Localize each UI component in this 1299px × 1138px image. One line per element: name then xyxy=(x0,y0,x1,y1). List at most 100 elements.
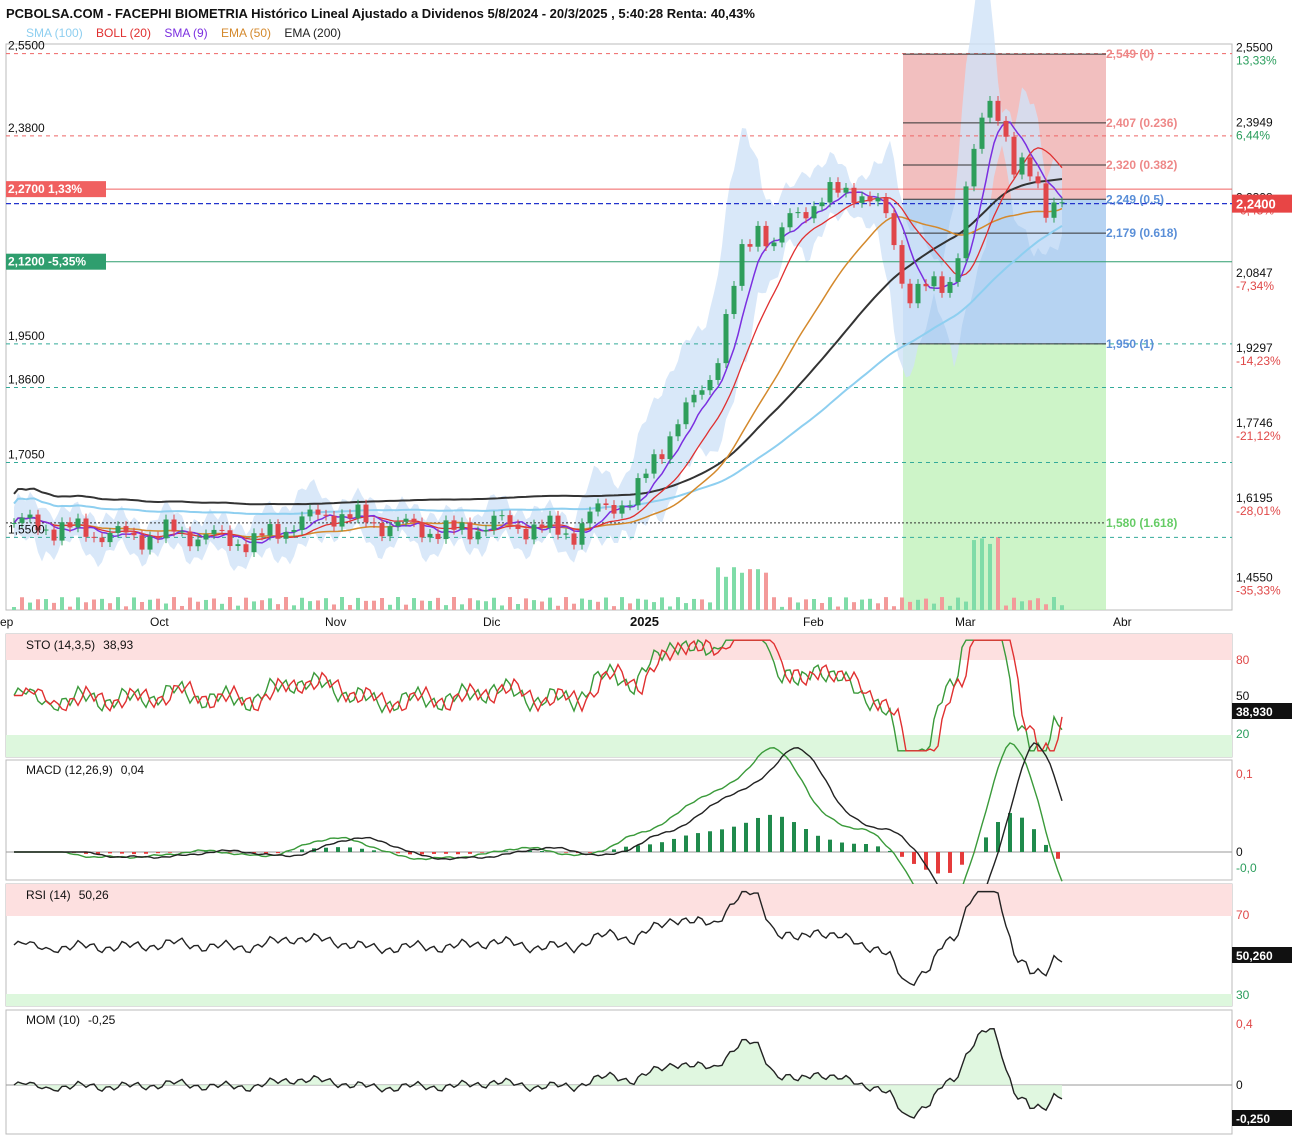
candle-body xyxy=(1051,202,1057,218)
macd-histogram-bar xyxy=(444,852,448,854)
right-tick-value: 1,6195 xyxy=(1236,491,1273,505)
candle-body xyxy=(291,529,297,533)
candle-body xyxy=(923,283,929,287)
candle-body xyxy=(763,225,769,247)
macd-histogram-bar xyxy=(1044,844,1048,852)
volume-bar xyxy=(452,597,456,610)
candle-body xyxy=(203,534,209,540)
x-axis-label: Oct xyxy=(150,615,169,629)
macd-histogram-bar xyxy=(144,852,148,854)
volume-bar xyxy=(676,597,680,610)
left-tick-label: 1,5500 xyxy=(8,522,45,536)
fib-zone-extension xyxy=(903,343,1106,610)
candle-body xyxy=(387,526,393,537)
candle-body xyxy=(75,518,81,528)
x-axis-label: Nov xyxy=(325,615,346,629)
candle-body xyxy=(235,544,241,547)
candle-body xyxy=(915,283,921,304)
right-tick-pct: -14,23% xyxy=(1236,354,1281,368)
volume-bar xyxy=(1028,600,1032,610)
candle-body xyxy=(627,505,633,507)
volume-bar xyxy=(788,597,792,610)
volume-bar xyxy=(892,606,896,610)
macd-histogram-bar xyxy=(780,816,784,852)
candle-body xyxy=(531,524,537,540)
macd-histogram-bar xyxy=(612,849,616,852)
macd-histogram-bar xyxy=(132,852,136,855)
candle-body xyxy=(947,281,953,293)
macd-histogram-bar xyxy=(540,850,544,852)
rsi-panel-label: RSI (14) 50,26 xyxy=(26,888,109,902)
legend-boll: BOLL (20) xyxy=(96,26,151,40)
candle-body xyxy=(675,424,681,437)
volume-bar xyxy=(660,597,664,610)
volume-bar xyxy=(900,597,904,610)
candle-body xyxy=(563,533,569,535)
candle-body xyxy=(579,523,585,545)
volume-bar xyxy=(476,600,480,610)
mom-tick-top: 0,4 xyxy=(1236,1017,1253,1031)
volume-bar xyxy=(212,598,216,610)
candle-body xyxy=(211,529,217,535)
macd-histogram-bar xyxy=(840,842,844,852)
volume-bar xyxy=(396,597,400,610)
volume-bar xyxy=(404,604,408,610)
candle-body xyxy=(843,187,849,193)
legend-ema50: EMA (50) xyxy=(221,26,272,40)
volume-bar xyxy=(44,599,48,610)
candle-body xyxy=(819,202,825,207)
volume-bar xyxy=(716,567,720,610)
rsi-tick-70: 70 xyxy=(1236,908,1250,922)
right-tick-value: 2,0847 xyxy=(1236,266,1273,280)
macd-histogram-bar xyxy=(816,835,820,852)
left-tick-label: 1,9500 xyxy=(8,329,45,343)
price-badge-red-text: 2,2700 1,33% xyxy=(8,182,82,196)
candle-body xyxy=(771,242,777,247)
candle-body xyxy=(555,515,561,535)
volume-bar xyxy=(524,598,528,610)
candle-body xyxy=(867,196,873,202)
volume-bar xyxy=(484,601,488,610)
candle-body xyxy=(411,518,417,523)
candle-body xyxy=(67,522,73,528)
candle-body xyxy=(643,473,649,479)
right-tick-value: 1,4550 xyxy=(1236,570,1273,584)
macd-histogram-bar xyxy=(852,843,856,852)
macd-histogram-bar xyxy=(696,833,700,852)
candle-body xyxy=(227,530,233,547)
candle-body xyxy=(787,213,793,228)
volume-bar xyxy=(188,597,192,610)
volume-bar xyxy=(164,603,168,610)
candle-body xyxy=(803,212,809,219)
volume-bar xyxy=(956,597,960,610)
mom-tick-zero: 0 xyxy=(1236,1078,1243,1092)
candle-body xyxy=(395,521,401,527)
volume-bar xyxy=(684,603,688,610)
macd-histogram-bar xyxy=(648,844,652,852)
candle-body xyxy=(283,532,289,539)
volume-bar xyxy=(732,567,736,610)
chart-canvas: 2,549 (0) 2,407 (0.236) 2,320 (0.382) 2,249… xyxy=(0,0,1292,1135)
candle-body xyxy=(995,100,1001,121)
candle-body xyxy=(379,522,385,537)
candle-body xyxy=(515,524,521,529)
candle-body xyxy=(499,515,505,517)
chart-title: PCBOLSA.COM - FACEPHI BIOMETRIA Históric… xyxy=(6,6,755,21)
candle-body xyxy=(1035,176,1041,184)
volume-bar xyxy=(836,606,840,610)
volume-bar xyxy=(588,599,592,610)
candle-body xyxy=(427,533,433,538)
right-tick-value: 2,5500 xyxy=(1236,41,1273,55)
volume-bar xyxy=(380,598,384,610)
candle-body xyxy=(99,537,105,543)
candle-body xyxy=(267,524,273,536)
volume-bar xyxy=(820,602,824,610)
volume-bar xyxy=(284,597,288,610)
macd-histogram-bar xyxy=(876,846,880,852)
volume-bar xyxy=(100,598,104,610)
volume-bar xyxy=(348,604,352,610)
volume-bar xyxy=(812,598,816,610)
candle-body xyxy=(1043,183,1049,218)
left-tick-label: 1,7050 xyxy=(8,447,45,461)
volume-bar xyxy=(364,600,368,610)
